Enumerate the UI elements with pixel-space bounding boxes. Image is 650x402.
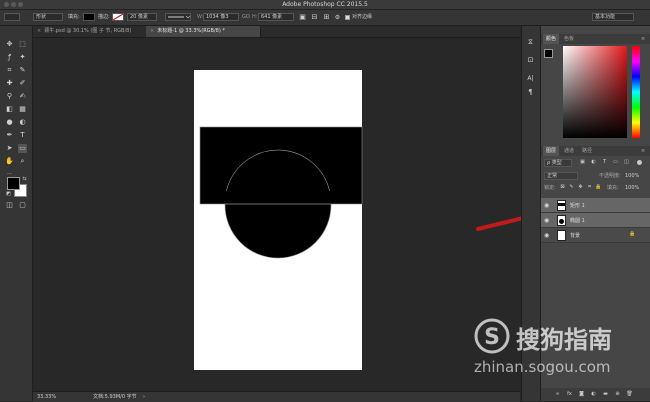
history-icon[interactable]: ⧖: [526, 38, 535, 47]
document-info: 文档:5.93M/0 字节: [93, 394, 137, 400]
zoom-level[interactable]: 33.33%: [37, 393, 56, 401]
tab-paths[interactable]: 路径: [579, 146, 595, 156]
layer-row-background[interactable]: ◉ 背景 🔒: [541, 228, 650, 243]
panel-menu-icon[interactable]: ≡: [638, 146, 648, 156]
filter-pixel-icon[interactable]: ▣: [578, 158, 587, 167]
watermark-brand: 搜狗指南: [516, 326, 612, 354]
new-group-icon[interactable]: ▬: [601, 390, 610, 399]
fill-label: 填充:: [607, 185, 619, 191]
eye-icon[interactable]: ◉: [544, 232, 549, 239]
filter-smart-object-icon[interactable]: ◫: [622, 158, 631, 167]
color-panel-tabs: 颜色 色板 ≡: [541, 34, 650, 44]
tab-channels[interactable]: 通道: [561, 146, 577, 156]
trash-icon[interactable]: 🗑: [625, 390, 634, 399]
eye-icon[interactable]: ◉: [544, 217, 549, 224]
layer-name[interactable]: 矩形 1: [570, 202, 585, 209]
blend-mode-select[interactable]: 正常: [544, 172, 578, 180]
hue-slider[interactable]: [632, 46, 640, 138]
color-field[interactable]: [563, 46, 627, 138]
svg-text:S: S: [484, 325, 500, 350]
layers-panel-tabs: 图层 通道 路径 ≡: [541, 146, 650, 156]
new-layer-icon[interactable]: ⊕: [613, 390, 622, 399]
layer-name[interactable]: 背景: [570, 232, 580, 239]
lock-artboard-icon[interactable]: ⌗: [585, 183, 594, 192]
layer-filter-select[interactable]: ρ 类型: [544, 159, 572, 167]
eye-icon[interactable]: ◉: [544, 202, 549, 209]
filter-toggle[interactable]: [637, 160, 642, 165]
lock-transparency-icon[interactable]: ⊠: [558, 183, 567, 192]
layers-footer: ∞ fx ◙ ◐ ▬ ⊕ 🗑: [541, 388, 650, 401]
lock-icon: 🔒: [629, 231, 636, 237]
watermark-url: zhinan.sogou.com: [474, 358, 611, 376]
fill-value[interactable]: 100%: [625, 184, 639, 192]
filter-shape-icon[interactable]: ▭: [611, 158, 620, 167]
layer-filter-label: ρ 类型: [547, 160, 562, 166]
lock-position-icon[interactable]: ✥: [576, 183, 585, 192]
paragraph-icon[interactable]: ¶: [526, 88, 535, 97]
status-bar: 33.33% 文档:5.93M/0 字节 ›: [33, 391, 520, 402]
filter-type-icon[interactable]: T: [600, 158, 609, 167]
character-icon[interactable]: A|: [526, 74, 535, 83]
panel-foreground-swatch[interactable]: [544, 49, 553, 58]
watermark: S 搜狗指南 zhinan.sogou.com: [472, 316, 648, 378]
adjust-icon[interactable]: ⊡: [526, 56, 535, 65]
filter-adjustment-icon[interactable]: ◐: [589, 158, 598, 167]
panel-menu-icon[interactable]: ≡: [638, 34, 648, 44]
status-menu-arrow-icon[interactable]: ›: [143, 393, 145, 401]
lock-all-icon[interactable]: 🔒: [594, 183, 603, 192]
tab-color[interactable]: 颜色: [543, 34, 560, 44]
layer-row-ellipse[interactable]: ◉ 椭圆 1: [541, 213, 650, 228]
layer-row-rectangle[interactable]: ◉ 矩形 1: [541, 198, 650, 213]
tab-layers[interactable]: 图层: [543, 146, 560, 156]
link-layers-icon[interactable]: ∞: [553, 390, 562, 399]
layer-mask-icon[interactable]: ◙: [577, 390, 586, 399]
lock-label: 锁定:: [544, 185, 556, 191]
layer-thumbnail: [557, 230, 566, 241]
layer-thumbnail: [557, 200, 566, 211]
opacity-value[interactable]: 100%: [625, 172, 639, 180]
rectangle-shape[interactable]: [199, 126, 363, 205]
layer-thumbnail: [557, 215, 566, 226]
tab-swatches[interactable]: 色板: [561, 34, 577, 44]
sogou-logo-icon: S: [474, 318, 510, 354]
blend-mode-label: 正常: [547, 173, 558, 179]
layer-name[interactable]: 椭圆 1: [570, 217, 585, 224]
lock-pixels-icon[interactable]: ✎: [567, 183, 576, 192]
layer-style-icon[interactable]: fx: [565, 390, 574, 399]
opacity-label: 不透明度:: [599, 173, 621, 179]
adjustment-layer-icon[interactable]: ◐: [589, 390, 598, 399]
